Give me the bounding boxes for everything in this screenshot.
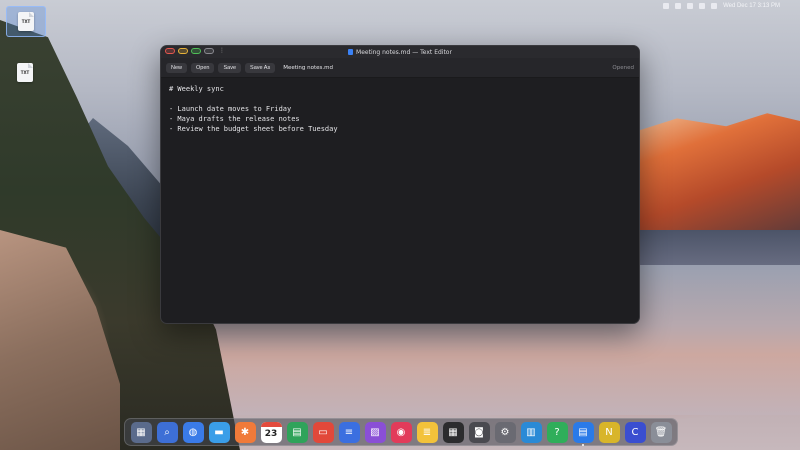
notes-icon[interactable]: ≣ [416,421,438,443]
window-controls: ⋮ [165,48,225,54]
calculator-icon[interactable]: ▦ [442,421,464,443]
trash-icon[interactable]: 🗑 [650,421,672,443]
text-editor-window[interactable]: ⋮ Meeting notes.md — Text Editor New Ope… [160,45,640,324]
calendar-icon[interactable]: 23 [260,421,282,443]
notes-n-icon[interactable]: N [598,421,620,443]
window-title: Meeting notes.md — Text Editor [348,49,452,56]
current-filename: Meeting notes.md [283,64,333,71]
new-button[interactable]: New [166,62,188,73]
control-center-icon[interactable] [711,3,718,9]
calendar-day: 23 [264,428,278,439]
text-editor-icon[interactable]: ▤ [572,421,594,446]
finder-search-icon[interactable]: ⌕ [156,421,178,443]
open-button[interactable]: Open [191,62,215,73]
editor-line: - Review the budget sheet before Tuesday [169,125,338,133]
desktop-file-1[interactable]: TXT [6,6,46,37]
minimize-button[interactable] [178,48,188,54]
window-titlebar[interactable]: ⋮ Meeting notes.md — Text Editor [161,46,639,58]
wallpaper-mountain-right [636,113,800,238]
battery-icon[interactable] [663,3,670,9]
image-viewer-icon[interactable]: ▨ [364,421,386,443]
editor-line: # Weekly sync [169,85,224,93]
more-options-icon[interactable]: ⋮ [219,48,225,54]
photos-pinwheel-icon[interactable]: ✱ [234,421,256,443]
running-indicator [582,443,584,446]
camera-icon[interactable]: ◙ [468,421,490,443]
wallpaper-shoreline [636,230,800,270]
volume-icon[interactable] [675,3,682,9]
spreadsheet-icon[interactable]: ▤ [286,421,308,443]
document-icon [348,49,354,55]
document-icon[interactable]: ≡ [338,421,360,443]
status-text: Opened [612,64,634,71]
launchpad-icon[interactable]: ▦ [130,421,152,443]
menubar-tray: Wed Dec 17 3:13 PM [663,0,800,12]
browser-icon[interactable]: ◍ [182,421,204,443]
dock: ▦ ⌕ ◍ ▬ ✱ 23 ▤ ▭ ≡ ▨ ◉ ≣ ▦ ◙ ⚙ ▥? ▤ N C 🗑 [124,418,678,446]
editor-line: - Launch date moves to Friday [169,105,292,113]
maximize-button[interactable] [191,48,201,54]
menubar-clock[interactable]: Wed Dec 17 3:13 PM [723,3,780,9]
window-title-text: Meeting notes.md — Text Editor [356,48,452,56]
editor-line: - Maya drafts the release notes [169,115,300,123]
presentation-icon[interactable]: ▭ [312,421,334,443]
text-file-icon: TXT [17,63,33,82]
calendar-header [260,421,282,427]
desktop-file-2[interactable]: TXT [6,58,44,87]
save-as-button[interactable]: Save As [245,62,276,73]
help-chat-icon[interactable]: ? [546,421,568,443]
save-button[interactable]: Save [218,62,242,73]
files-icon[interactable]: ▬ [208,421,230,443]
system-monitor-icon[interactable]: ▥ [520,421,542,443]
code-c-icon[interactable]: C [624,421,646,443]
bluetooth-icon[interactable] [699,3,706,9]
tile-button[interactable] [204,48,214,54]
text-file-icon: TXT [18,12,34,31]
editor-text-area[interactable]: # Weekly sync - Launch date moves to Fri… [161,78,639,140]
editor-toolbar: New Open Save Save As Meeting notes.md O… [161,58,639,78]
wifi-icon[interactable] [687,3,694,9]
settings-gear-icon[interactable]: ⚙ [494,421,516,443]
close-button[interactable] [165,48,175,54]
media-player-icon[interactable]: ◉ [390,421,412,443]
